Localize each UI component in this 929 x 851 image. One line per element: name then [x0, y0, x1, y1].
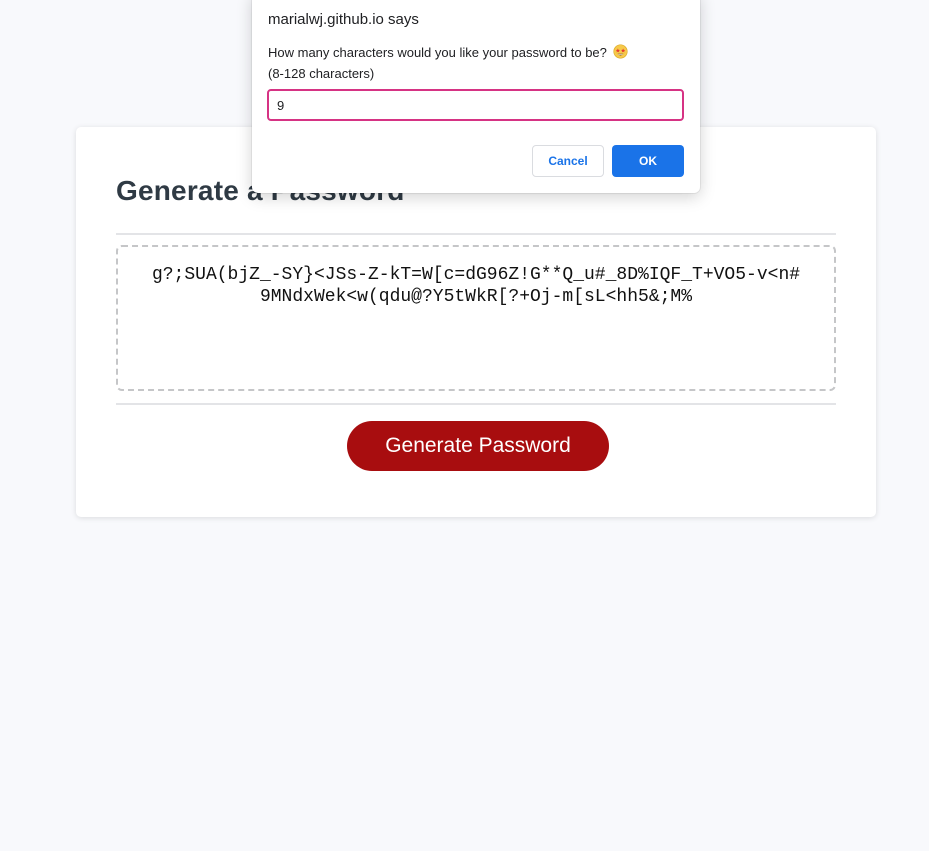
- dialog-message: How many characters would you like your …: [268, 42, 688, 84]
- bottom-divider: [116, 403, 836, 405]
- password-output-box[interactable]: g?;SUA(bjZ_-SY}<JSs-Z-kT=W[c=dG96Z!G**Q_…: [116, 245, 836, 391]
- password-length-input[interactable]: [267, 89, 684, 121]
- dialog-message-range: (8-128 characters): [268, 66, 375, 81]
- star-struck-emoji-icon: [612, 44, 628, 59]
- cancel-button[interactable]: Cancel: [532, 145, 604, 177]
- dialog-message-question: How many characters would you like your …: [268, 45, 607, 60]
- generated-password-text: g?;SUA(bjZ_-SY}<JSs-Z-kT=W[c=dG96Z!G**Q_…: [151, 265, 801, 307]
- top-divider: [116, 233, 836, 235]
- generate-password-button[interactable]: Generate Password: [347, 421, 609, 471]
- prompt-dialog: marialwj.github.io says How many charact…: [252, 0, 700, 193]
- ok-button[interactable]: OK: [612, 145, 684, 177]
- dialog-title: marialwj.github.io says: [268, 11, 419, 28]
